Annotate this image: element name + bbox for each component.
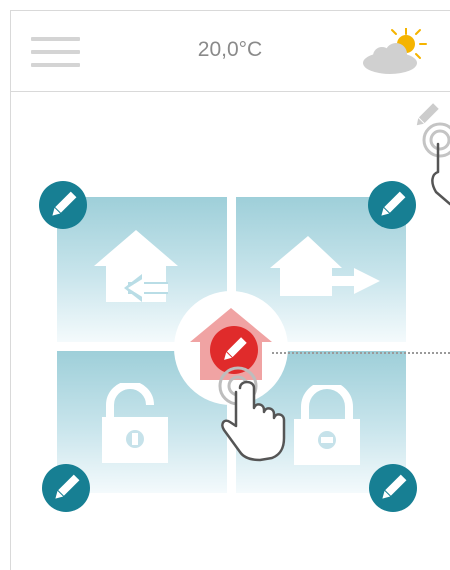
house-arrow-in-icon	[94, 230, 178, 302]
padlock-open-icon	[102, 383, 168, 463]
tap-gesture-icon	[416, 103, 450, 206]
temperature-readout: 20,0°C	[197, 38, 263, 61]
pencil-icon	[55, 474, 80, 499]
edit-button-bottom-right[interactable]	[369, 464, 417, 512]
pencil-icon	[382, 474, 407, 499]
edit-button-top-left[interactable]	[39, 181, 87, 229]
padlock-closed-icon	[294, 385, 360, 465]
dotted-connector-line	[272, 352, 450, 354]
house-arrow-out-icon	[270, 236, 380, 296]
partly-sunny-icon	[363, 28, 427, 74]
edit-button-bottom-left[interactable]	[42, 464, 90, 512]
hamburger-menu-icon[interactable]	[31, 37, 80, 67]
tap-gesture-icon	[218, 366, 286, 462]
pencil-icon	[52, 191, 77, 216]
